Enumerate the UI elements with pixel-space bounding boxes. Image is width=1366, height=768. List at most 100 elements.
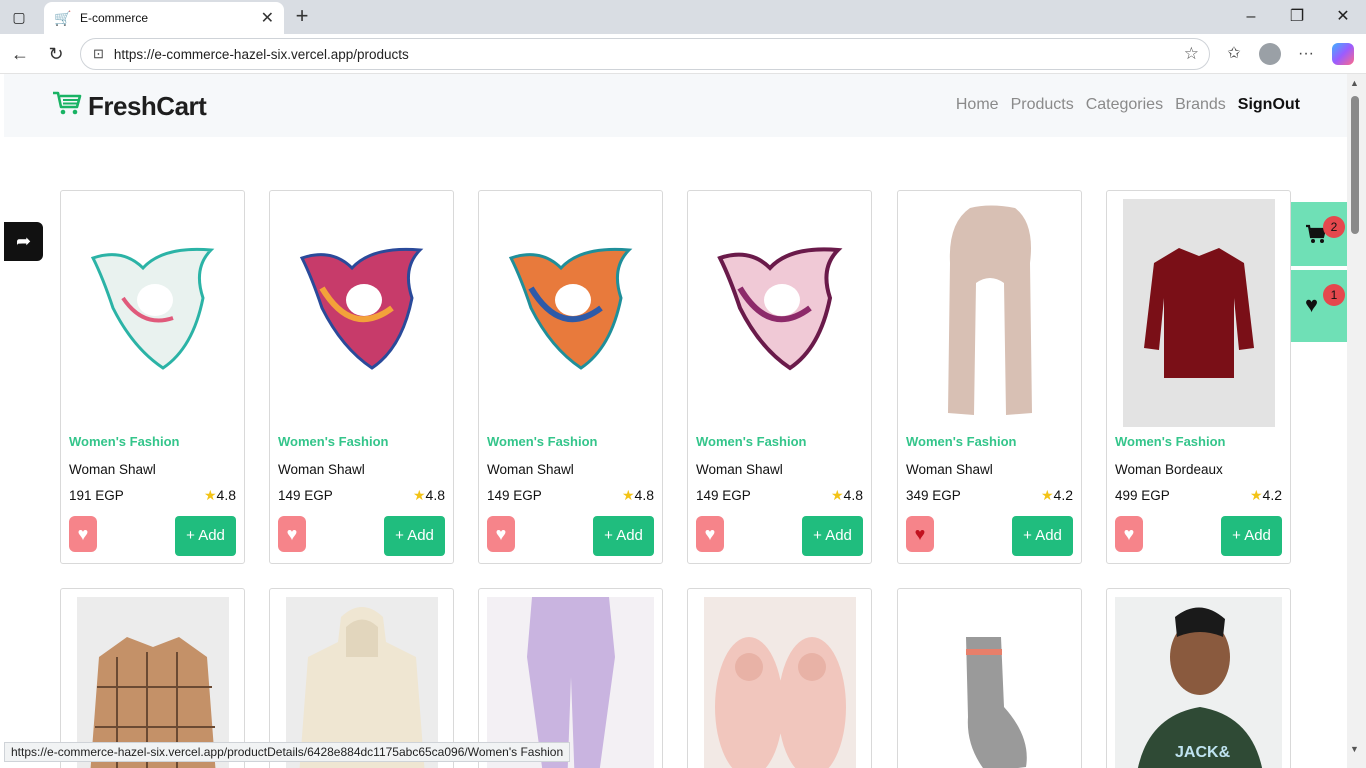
product-card[interactable]: Women's Fashion Woman Shawl 349 EGP ★4.2… — [897, 190, 1082, 564]
back-icon[interactable]: ← — [8, 42, 32, 66]
tab-close-icon[interactable]: ✕ — [261, 8, 274, 28]
more-menu-icon[interactable]: ··· — [1294, 42, 1318, 66]
product-rating: ★4.8 — [622, 487, 654, 504]
product-price: 191 EGP — [69, 488, 124, 503]
rating-value: 4.8 — [425, 487, 445, 503]
nav-categories[interactable]: Categories — [1086, 96, 1163, 114]
product-rating: ★4.2 — [1041, 487, 1073, 504]
product-image[interactable] — [69, 199, 236, 427]
restore-button[interactable]: ❐ — [1286, 6, 1308, 28]
profile-avatar[interactable] — [1259, 43, 1281, 65]
product-card[interactable]: Women's Fashion Woman Shawl 149 EGP ★4.8… — [269, 190, 454, 564]
nav-links: Home Products Categories Brands SignOut — [956, 96, 1300, 114]
floating-wishlist-button[interactable]: ♥ 1 — [1287, 270, 1347, 342]
product-category: Women's Fashion — [696, 434, 807, 449]
favorites-icon[interactable]: ✩ — [1222, 42, 1246, 66]
product-category: Women's Fashion — [69, 434, 180, 449]
url-text[interactable]: https://e-commerce-hazel-six.vercel.app/… — [114, 47, 1184, 62]
product-title: Woman Shawl — [278, 462, 365, 477]
product-price: 499 EGP — [1115, 488, 1170, 503]
add-to-cart-button[interactable]: + Add — [384, 516, 445, 556]
product-card[interactable] — [478, 588, 663, 768]
tab-actions-icon[interactable]: ▢ — [8, 7, 30, 27]
product-card[interactable]: Women's Fashion Woman Shawl 149 EGP ★4.8… — [687, 190, 872, 564]
product-rating: ★4.8 — [204, 487, 236, 504]
star-icon: ★ — [1249, 487, 1263, 503]
scroll-down-icon[interactable]: ▼ — [1350, 744, 1359, 754]
product-title: Woman Shawl — [696, 462, 783, 477]
product-card[interactable]: JACK& — [1106, 588, 1291, 768]
product-card[interactable]: Women's Fashion Woman Bordeaux 499 EGP ★… — [1106, 190, 1291, 564]
wishlist-heart-button[interactable]: ♥ — [696, 516, 724, 552]
floating-actions: 2 ♥ 1 — [1287, 202, 1347, 342]
wishlist-heart-button[interactable]: ♥ — [487, 516, 515, 552]
wishlist-heart-button[interactable]: ♥ — [1115, 516, 1143, 552]
heart-icon: ♥ — [1305, 292, 1319, 317]
scrollbar-thumb[interactable] — [1351, 96, 1359, 234]
site-navbar: FreshCart Home Products Categories Brand… — [4, 74, 1347, 137]
favorite-star-icon[interactable]: ☆ — [1184, 44, 1199, 64]
product-category: Women's Fashion — [487, 434, 598, 449]
add-to-cart-button[interactable]: + Add — [175, 516, 236, 556]
product-image[interactable] — [906, 597, 1073, 768]
cart-logo-icon — [52, 90, 82, 123]
add-to-cart-button[interactable]: + Add — [802, 516, 863, 556]
product-card[interactable] — [897, 588, 1082, 768]
logo-text: FreshCart — [88, 91, 207, 121]
nav-home[interactable]: Home — [956, 96, 999, 114]
star-icon: ★ — [1040, 487, 1054, 503]
star-icon: ★ — [412, 487, 426, 503]
product-rating: ★4.8 — [413, 487, 445, 504]
page-viewport: FreshCart Home Products Categories Brand… — [4, 74, 1347, 768]
product-image[interactable] — [487, 199, 654, 427]
product-category: Women's Fashion — [906, 434, 1017, 449]
product-price: 349 EGP — [906, 488, 961, 503]
add-to-cart-button[interactable]: + Add — [1221, 516, 1282, 556]
product-price: 149 EGP — [696, 488, 751, 503]
wishlist-heart-button[interactable]: ♥ — [69, 516, 97, 552]
nav-brands[interactable]: Brands — [1175, 96, 1226, 114]
rating-value: 4.8 — [216, 487, 236, 503]
link-status-bar: https://e-commerce-hazel-six.vercel.app/… — [4, 742, 571, 762]
nav-products[interactable]: Products — [1011, 96, 1074, 114]
svg-text:JACK&: JACK& — [1175, 744, 1231, 761]
product-title: Woman Shawl — [906, 462, 993, 477]
product-price: 149 EGP — [278, 488, 333, 503]
add-to-cart-button[interactable]: + Add — [593, 516, 654, 556]
copilot-icon[interactable] — [1332, 43, 1354, 65]
product-card[interactable] — [60, 588, 245, 768]
new-tab-button[interactable]: + — [290, 4, 314, 28]
rating-value: 4.8 — [634, 487, 654, 503]
product-card[interactable]: Women's Fashion Woman Shawl 149 EGP ★4.8… — [478, 190, 663, 564]
tab-title: E-commerce — [80, 11, 149, 25]
product-image[interactable] — [696, 199, 863, 427]
add-to-cart-button[interactable]: + Add — [1012, 516, 1073, 556]
rating-value: 4.8 — [843, 487, 863, 503]
product-image[interactable] — [278, 199, 445, 427]
product-card[interactable]: Women's Fashion Woman Shawl 191 EGP ★4.8… — [60, 190, 245, 564]
product-category: Women's Fashion — [278, 434, 389, 449]
product-image[interactable]: JACK& — [1115, 597, 1282, 768]
product-card[interactable] — [269, 588, 454, 768]
wishlist-heart-button[interactable]: ♥ — [906, 516, 934, 552]
site-logo[interactable]: FreshCart — [52, 90, 207, 123]
product-image[interactable] — [1123, 199, 1275, 427]
close-window-button[interactable]: ✕ — [1332, 6, 1354, 28]
reload-icon[interactable]: ↻ — [44, 42, 68, 66]
product-image[interactable] — [704, 597, 856, 768]
product-category: Women's Fashion — [1115, 434, 1226, 449]
product-title: Woman Bordeaux — [1115, 462, 1223, 477]
signout-link[interactable]: SignOut — [1238, 96, 1300, 114]
product-image[interactable] — [906, 199, 1073, 427]
browser-tab-bar: ▢ 🛒 E-commerce ✕ + – ❐ ✕ — [0, 0, 1366, 34]
share-icon[interactable]: ➦ — [4, 222, 43, 261]
url-field[interactable]: ⊡ https://e-commerce-hazel-six.vercel.ap… — [80, 38, 1210, 70]
floating-cart-button[interactable]: 2 — [1287, 202, 1347, 266]
browser-tab[interactable]: 🛒 E-commerce ✕ — [44, 2, 284, 34]
wishlist-heart-button[interactable]: ♥ — [278, 516, 306, 552]
product-card[interactable] — [687, 588, 872, 768]
minimize-button[interactable]: – — [1240, 6, 1262, 28]
product-price: 149 EGP — [487, 488, 542, 503]
scroll-up-icon[interactable]: ▲ — [1350, 78, 1359, 88]
site-info-icon[interactable]: ⊡ — [93, 46, 104, 62]
